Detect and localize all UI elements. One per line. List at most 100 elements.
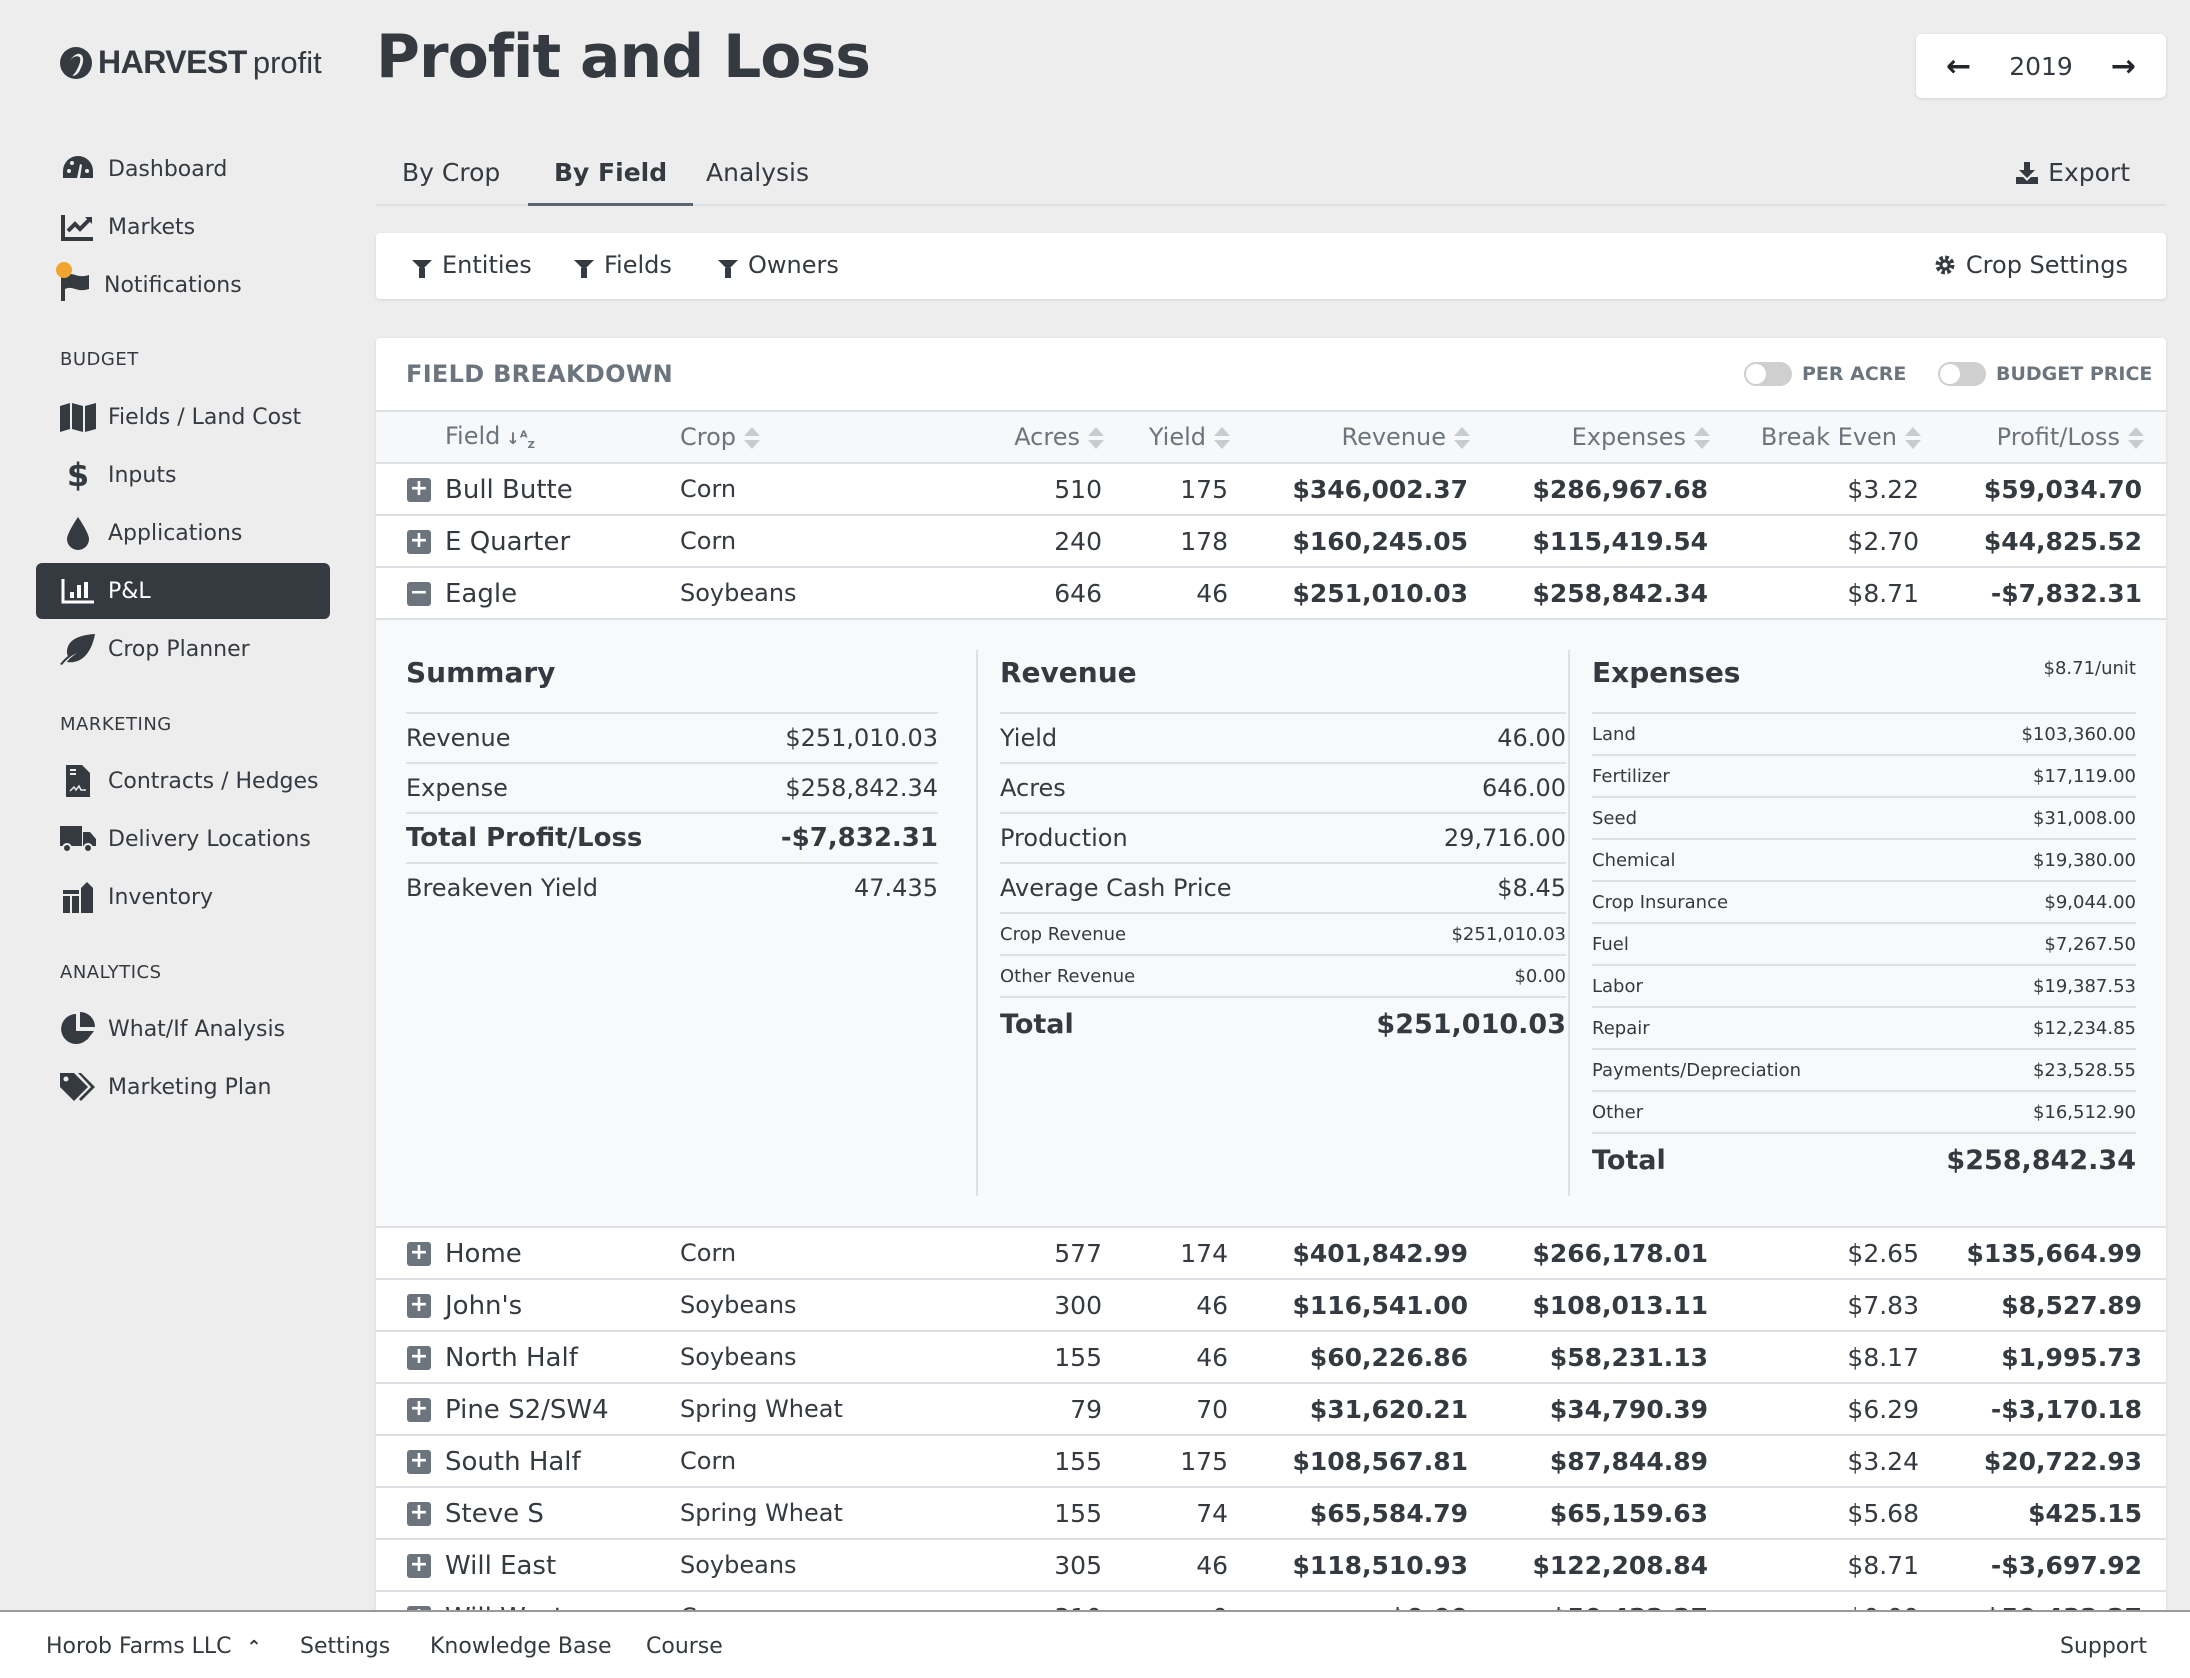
- expand-plus-icon[interactable]: +: [407, 1397, 431, 1422]
- field-row[interactable]: + Steve S Spring Wheat 155 74 $65,584.79 $65,1…: [376, 1487, 2166, 1540]
- sidebar-item-inputs[interactable]: $ Inputs: [36, 447, 330, 503]
- toggle-switch[interactable]: [1938, 362, 1986, 386]
- sidebar-item-inventory[interactable]: Inventory: [36, 869, 330, 925]
- revenue-cell: $401,842.99: [1228, 1227, 1468, 1280]
- field-row[interactable]: − Eagle Soybeans 646 46 $251,010.03 $258,842.3…: [376, 567, 2166, 620]
- field-row[interactable]: + Pine S2/SW4 Spring Wheat 79 70 $31,620.21 $3…: [376, 1383, 2166, 1436]
- revenue-cell: $116,541.00: [1228, 1279, 1468, 1332]
- revenue-line: Production 29,716.00: [1000, 812, 1566, 862]
- column-header-yield[interactable]: Yield: [1102, 410, 1230, 464]
- sidebar-item-fields-land-cost[interactable]: Fields / Land Cost: [36, 389, 330, 445]
- break-even-cell: $2.70: [1708, 515, 1919, 568]
- sidebar-item-delivery-locations[interactable]: Delivery Locations: [36, 811, 330, 867]
- knowledge-base-link[interactable]: Knowledge Base: [430, 1634, 612, 1659]
- expense-line: Other $16,512.90: [1592, 1090, 2136, 1132]
- filter-fields[interactable]: Fields: [574, 251, 672, 279]
- expand-plus-icon[interactable]: +: [407, 1501, 431, 1526]
- break-even-cell: $2.65: [1708, 1227, 1919, 1280]
- dashboard-gauge-icon: [60, 151, 96, 187]
- field-cell: + E Quarter: [376, 515, 676, 568]
- expand-plus-icon[interactable]: +: [407, 529, 431, 554]
- gear-icon: [1935, 255, 1955, 275]
- sidebar-item-applications[interactable]: Applications: [36, 505, 330, 561]
- filter-owners[interactable]: Owners: [718, 251, 839, 279]
- expand-plus-icon[interactable]: +: [407, 1345, 431, 1370]
- sidebar-item-what-if-analysis[interactable]: What/If Analysis: [36, 1001, 330, 1057]
- budget-price-toggle[interactable]: BUDGET PRICE: [1938, 362, 2152, 386]
- profit-loss-cell: $425.15: [1919, 1487, 2142, 1540]
- expand-plus-icon[interactable]: +: [407, 1293, 431, 1318]
- crop-settings-button[interactable]: Crop Settings: [1934, 251, 2128, 279]
- sidebar-item-label: Applications: [108, 520, 243, 546]
- profit-loss-cell: $135,664.99: [1919, 1227, 2142, 1280]
- expenses-cell: $65,159.63: [1468, 1487, 1708, 1540]
- column-header-break-even[interactable]: Break Even: [1708, 410, 1921, 464]
- sidebar-item-marketing-plan[interactable]: Marketing Plan: [36, 1059, 330, 1115]
- truck-icon: [60, 821, 96, 857]
- sort-icon: [1905, 426, 1921, 450]
- expand-plus-icon[interactable]: +: [407, 477, 431, 502]
- notification-badge: [56, 262, 72, 278]
- tab-by-crop[interactable]: By Crop: [376, 158, 526, 206]
- expense-line: Fertilizer $17,119.00: [1592, 754, 2136, 796]
- column-header-acres[interactable]: Acres: [876, 410, 1104, 464]
- field-row[interactable]: + Will East Soybeans 305 46 $118,510.93 $122,2…: [376, 1539, 2166, 1592]
- organization-switcher[interactable]: Horob Farms LLC ⌃: [46, 1634, 262, 1659]
- expenses-cell: $258,842.34: [1468, 567, 1708, 620]
- settings-link[interactable]: Settings: [300, 1634, 390, 1659]
- expenses-cell: $58,231.13: [1468, 1331, 1708, 1384]
- yield-cell: 46: [1102, 1279, 1228, 1332]
- export-button[interactable]: Export: [2016, 158, 2130, 187]
- sidebar-item-markets[interactable]: Markets: [36, 199, 330, 255]
- tab-analysis[interactable]: Analysis: [680, 158, 835, 206]
- filter-entities[interactable]: Entities: [412, 251, 532, 279]
- sidebar-item-pl[interactable]: P&L: [36, 563, 330, 619]
- field-row[interactable]: + South Half Corn 155 175 $108,567.81 $87,844.…: [376, 1435, 2166, 1488]
- previous-year-arrow-icon[interactable]: ←: [1946, 49, 1971, 84]
- column-header-crop[interactable]: Crop: [676, 410, 876, 464]
- column-header-revenue[interactable]: Revenue: [1228, 410, 1470, 464]
- per-acre-toggle[interactable]: PER ACRE: [1744, 362, 1906, 386]
- next-year-arrow-icon[interactable]: →: [2111, 49, 2136, 84]
- field-name: John's: [445, 1290, 523, 1321]
- expense-label: Payments/Depreciation: [1592, 1059, 1802, 1081]
- summary-title: Summary: [406, 656, 556, 689]
- toggle-switch[interactable]: [1744, 362, 1792, 386]
- tab-by-field[interactable]: By Field: [528, 158, 694, 206]
- support-link[interactable]: Support: [2060, 1634, 2147, 1659]
- sidebar-item-notifications[interactable]: Notifications: [36, 257, 330, 313]
- expand-plus-icon[interactable]: +: [407, 1449, 431, 1474]
- field-row[interactable]: + Home Corn 577 174 $401,842.99 $266,178.01 $2.…: [376, 1227, 2166, 1280]
- expenses-per-unit: $8.71/unit: [2043, 658, 2136, 679]
- sort-icon: [2128, 426, 2144, 450]
- field-detail-panel: Summary Revenue $251,010.03 Expense $258,8…: [376, 620, 2166, 1226]
- droplet-icon: [60, 515, 96, 551]
- pie-chart-icon: [60, 1011, 96, 1047]
- expense-value: $23,528.55: [2032, 1059, 2136, 1081]
- field-row[interactable]: + North Half Soybeans 155 46 $60,226.86 $58,23…: [376, 1331, 2166, 1384]
- course-link[interactable]: Course: [646, 1634, 723, 1659]
- expenses-section: Expenses $8.71/unit Land $103,360.00 Ferti…: [1568, 650, 2136, 1196]
- field-row[interactable]: + John's Soybeans 300 46 $116,541.00 $108,013.…: [376, 1279, 2166, 1332]
- sidebar-item-crop-planner[interactable]: Crop Planner: [36, 621, 330, 677]
- filter-icon: [412, 260, 432, 278]
- collapse-minus-icon[interactable]: −: [407, 581, 431, 606]
- field-row[interactable]: + E Quarter Corn 240 178 $160,245.05 $115,419.…: [376, 515, 2166, 568]
- column-header-expenses[interactable]: Expenses: [1468, 410, 1710, 464]
- sidebar-item-contracts-hedges[interactable]: Contracts / Hedges: [36, 753, 330, 809]
- field-row[interactable]: + Bull Butte Corn 510 175 $346,002.37 $286,967…: [376, 463, 2166, 516]
- sort-icon: [1088, 426, 1104, 450]
- expand-plus-icon[interactable]: +: [407, 1553, 431, 1578]
- sidebar-item-dashboard[interactable]: Dashboard: [36, 141, 330, 197]
- expenses-total-line: Total $258,842.34: [1592, 1132, 2136, 1186]
- expenses-cell: $108,013.11: [1468, 1279, 1708, 1332]
- selected-year: 2019: [2009, 51, 2073, 81]
- column-header-profit-loss[interactable]: Profit/Loss: [1919, 410, 2144, 464]
- crop-cell: Spring Wheat: [676, 1487, 876, 1540]
- field-cell: + South Half: [376, 1435, 676, 1488]
- expand-plus-icon[interactable]: +: [407, 1241, 431, 1266]
- expense-line: Chemical $19,380.00: [1592, 838, 2136, 880]
- column-header-field[interactable]: Field ↓AZ: [376, 410, 676, 464]
- harvest-profit-logo[interactable]: HARVEST profit: [60, 44, 322, 81]
- expense-label: Repair: [1592, 1017, 1650, 1039]
